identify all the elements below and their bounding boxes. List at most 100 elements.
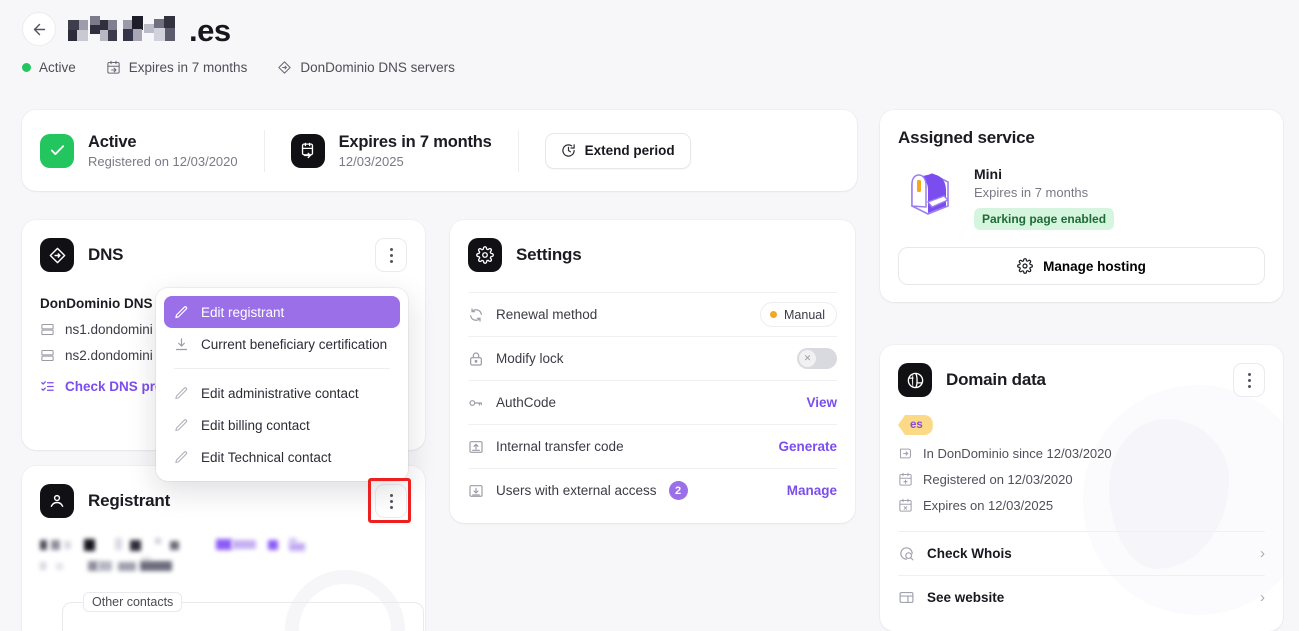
redacted-domain-name <box>68 16 189 46</box>
assigned-service-card: Assigned service Mini Expires in 7 month… <box>880 110 1283 302</box>
pencil-icon <box>175 418 188 431</box>
renewal-method-badge[interactable]: Manual <box>760 302 837 327</box>
calendar-add-icon <box>899 472 912 486</box>
menu-item-edit-technical-contact[interactable]: Edit Technical contact <box>164 441 400 473</box>
user-icon <box>50 494 64 507</box>
browser-icon <box>899 591 914 604</box>
menu-item-edit-registrant[interactable]: Edit registrant <box>164 296 400 328</box>
manage-hosting-button[interactable]: Manage hosting <box>898 247 1265 285</box>
kebab-dot <box>1247 372 1251 376</box>
kebab-dot <box>1247 378 1251 382</box>
kebab-dot <box>389 499 393 503</box>
menu-item-edit-billing-contact[interactable]: Edit billing contact <box>164 409 400 441</box>
domain-data-row-registered: Registered on 12/03/2020 <box>898 472 1283 487</box>
see-website-link[interactable]: See website › <box>898 575 1265 619</box>
menu-item-label: Edit administrative contact <box>201 385 359 401</box>
domain-tld: .es <box>189 13 231 48</box>
menu-item-beneficiary-certification[interactable]: Current beneficiary certification <box>164 328 400 360</box>
dns-diamond-icon <box>278 61 291 74</box>
external-access-manage-link[interactable]: Manage <box>787 483 837 498</box>
dns-card-title: DNS <box>88 245 124 264</box>
refresh-icon <box>470 307 482 322</box>
mailbox-illustration-icon <box>911 173 950 215</box>
status-title: Active <box>88 132 137 151</box>
check-dns-label: Check DNS pro <box>65 379 164 394</box>
back-button[interactable] <box>22 12 56 46</box>
menu-item-label: Edit Technical contact <box>201 449 332 465</box>
setting-row-internal-transfer-code: Internal transfer code Generate <box>468 424 837 468</box>
authcode-view-link[interactable]: View <box>806 395 837 410</box>
lock-icon <box>470 351 482 366</box>
setting-label: Users with external access <box>496 483 657 498</box>
external-access-count-badge: 2 <box>668 481 688 500</box>
kebab-dot <box>389 253 393 257</box>
strip-divider-2 <box>517 129 519 172</box>
redacted-registrant-details <box>40 538 340 582</box>
meta-status: Active <box>22 60 76 75</box>
other-contacts-fieldset: Other contacts <box>62 592 424 631</box>
check-whois-link[interactable]: Check Whois › <box>898 531 1265 575</box>
modify-lock-toggle[interactable]: ✕ <box>797 348 837 369</box>
setting-label: Modify lock <box>496 351 564 366</box>
menu-item-edit-administrative-contact[interactable]: Edit administrative contact <box>164 377 400 409</box>
server-icon <box>41 323 54 336</box>
domain-data-card: Domain data es In DonDominio since 12/03… <box>880 345 1283 631</box>
dns-diamond-icon <box>49 247 65 263</box>
transfer-code-generate-link[interactable]: Generate <box>778 439 837 454</box>
chevron-right-icon: › <box>1260 545 1265 562</box>
meta-status-label: Active <box>39 60 76 75</box>
assigned-service-title: Assigned service <box>898 128 1035 147</box>
toggle-knob: ✕ <box>799 350 816 367</box>
pencil-icon <box>175 386 188 399</box>
domain-data-card-icon <box>898 363 932 397</box>
key-icon <box>469 399 482 406</box>
dns-card-menu-button[interactable] <box>375 238 407 272</box>
download-icon <box>175 337 188 350</box>
kebab-dot <box>389 259 393 263</box>
calendar-transfer-icon <box>301 142 314 159</box>
registrant-card: Registrant Other contacts <box>22 466 425 631</box>
registrant-card-menu-button[interactable] <box>375 484 407 518</box>
page-header: .es Active Expires in 7 months DonDomini… <box>0 0 1299 96</box>
dns-card-icon <box>40 238 74 272</box>
renewal-method-value: Manual <box>784 307 825 322</box>
strip-divider-1 <box>263 129 265 172</box>
settings-card: Settings Renewal method Manual Modify lo… <box>450 220 855 523</box>
kebab-dot <box>1247 384 1251 388</box>
setting-label: Renewal method <box>496 307 598 322</box>
check-badge <box>40 133 74 168</box>
menu-item-label: Edit registrant <box>201 304 285 320</box>
registrant-card-icon <box>40 484 74 518</box>
meta-expiry-label: Expires in 7 months <box>128 60 248 75</box>
server-icon <box>41 349 54 362</box>
settings-card-icon <box>468 238 502 272</box>
other-contacts-legend: Other contacts <box>83 592 183 612</box>
domain-data-label: In DonDominio since 12/03/2020 <box>923 446 1112 461</box>
domain-data-links: Check Whois › See website › <box>880 531 1283 619</box>
upload-box-icon <box>469 440 483 453</box>
setting-row-authcode: AuthCode View <box>468 380 837 424</box>
arrow-left-icon <box>33 23 45 35</box>
meta-dns-label: DonDominio DNS servers <box>300 60 455 75</box>
settings-rows: Renewal method Manual Modify lock ✕ Auth… <box>450 292 855 512</box>
parking-page-badge: Parking page enabled <box>974 208 1115 230</box>
nameserver-label: ns2.dondomini <box>65 348 153 363</box>
menu-item-label: Edit billing contact <box>201 417 310 433</box>
registrant-context-menu: Edit registrant Current beneficiary cert… <box>156 288 408 481</box>
menu-separator <box>174 368 390 369</box>
setting-row-external-access: Users with external access 2 Manage <box>468 468 837 512</box>
kebab-dot <box>389 247 393 251</box>
extend-period-button[interactable]: Extend period <box>544 132 691 169</box>
registrant-card-title: Registrant <box>88 491 171 510</box>
tld-tag-badge: es <box>898 415 933 435</box>
header-meta-row: Active Expires in 7 months DonDominio DN… <box>22 60 485 75</box>
domain-data-menu-button[interactable] <box>1233 363 1265 397</box>
setting-row-renewal-method: Renewal method Manual <box>468 292 837 336</box>
service-name: Mini <box>974 166 1002 182</box>
download-box-icon <box>469 484 483 497</box>
calendar-x-icon <box>899 498 912 512</box>
meta-dns: DonDominio DNS servers <box>277 60 455 75</box>
check-icon <box>50 145 64 155</box>
checklist-icon <box>41 381 54 391</box>
kebab-dot <box>389 493 393 497</box>
